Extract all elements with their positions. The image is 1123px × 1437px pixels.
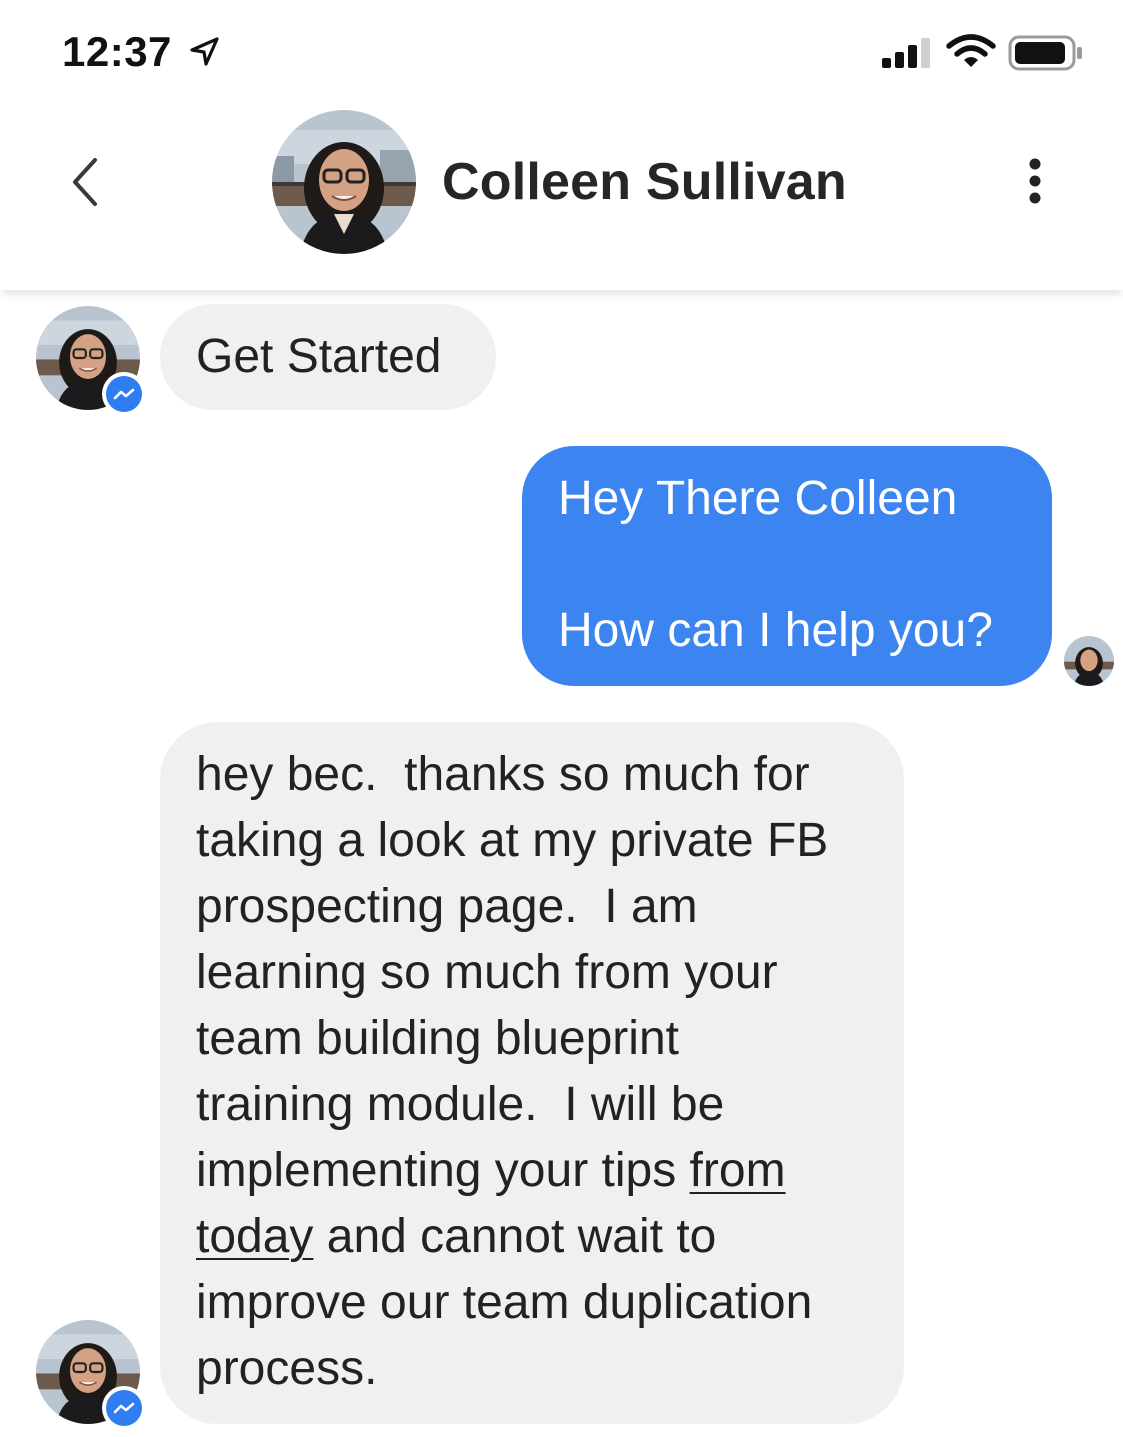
incoming-message-bubble[interactable]: Get Started [160, 304, 496, 410]
message-line: Hey There Colleen [558, 472, 958, 525]
contact-avatar[interactable] [272, 110, 416, 254]
detected-date-link[interactable]: today [196, 1210, 313, 1263]
read-receipt-avatar [1064, 636, 1114, 686]
battery-icon [1008, 35, 1082, 71]
sender-avatar[interactable] [36, 1320, 146, 1430]
message-text: hey bec. thanks so much for taking a loo… [196, 748, 829, 1395]
location-arrow-icon [190, 37, 219, 66]
status-time: 12:37 [62, 28, 172, 75]
contact-name[interactable]: Colleen Sullivan [442, 152, 847, 212]
status-bar: 12:37 [0, 0, 1123, 80]
chat-header: Colleen Sullivan [0, 72, 1123, 290]
more-options-button[interactable] [1012, 156, 1058, 206]
incoming-message-bubble[interactable]: hey bec. thanks so much for taking a loo… [160, 722, 904, 1424]
back-button[interactable] [62, 154, 112, 210]
detected-date-link[interactable]: from [690, 1144, 786, 1197]
message-thread[interactable]: Get Started Hey There Colleen How can I … [0, 290, 1123, 1437]
message-text: Get Started [196, 330, 442, 383]
sender-avatar[interactable] [36, 306, 146, 416]
messenger-badge-icon [102, 372, 146, 416]
cellular-signal-icon [882, 38, 930, 68]
profile-photo-image [272, 110, 416, 254]
wifi-icon [946, 34, 996, 67]
outgoing-message-bubble[interactable]: Hey There Colleen How can I help you? [522, 446, 1052, 686]
profile-photo-image [1064, 636, 1114, 686]
chevron-left-icon [73, 158, 97, 206]
messenger-badge-icon [102, 1386, 146, 1430]
message-line: How can I help you? [558, 604, 993, 657]
vertical-ellipsis-icon [1029, 158, 1041, 204]
